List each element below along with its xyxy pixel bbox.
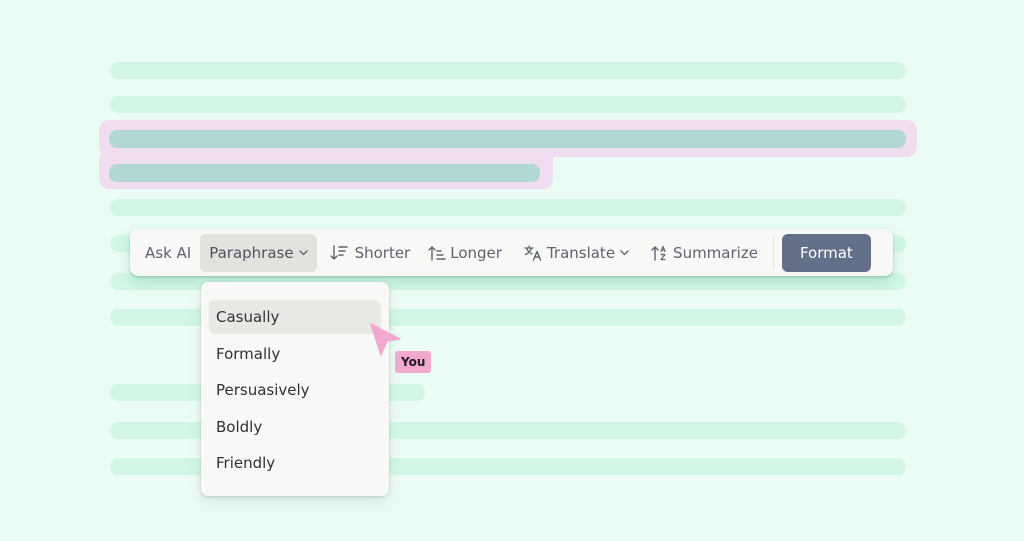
toolbar-divider xyxy=(772,235,774,270)
longer-button[interactable]: Longer xyxy=(419,234,511,272)
paraphrase-button[interactable]: Paraphrase xyxy=(200,233,317,272)
collaborator-cursor-label: You xyxy=(395,351,432,373)
translate-icon xyxy=(524,244,542,261)
sort-ascending-icon xyxy=(428,245,446,261)
sort-alpha-icon xyxy=(651,245,669,261)
translate-label: Translate xyxy=(546,243,616,262)
longer-label: Longer xyxy=(450,243,502,262)
shorter-button[interactable]: Shorter xyxy=(321,234,420,272)
menu-item-persuasively[interactable]: Persuasively xyxy=(209,373,381,407)
text-line-2 xyxy=(110,96,906,113)
shorter-label: Shorter xyxy=(354,243,411,262)
selected-text-line-2[interactable] xyxy=(109,164,540,182)
summarize-button[interactable]: Summarize xyxy=(642,234,767,272)
menu-item-formally[interactable]: Formally xyxy=(209,337,381,371)
text-line-1 xyxy=(110,62,906,79)
sort-descending-icon xyxy=(329,244,348,261)
text-line-5 xyxy=(110,199,906,216)
menu-item-friendly[interactable]: Friendly xyxy=(209,446,381,480)
format-button[interactable]: Format xyxy=(781,233,871,272)
translate-button[interactable]: Translate xyxy=(515,234,638,272)
paraphrase-label: Paraphrase xyxy=(209,243,294,262)
chevron-down-icon xyxy=(620,249,629,256)
summarize-label: Summarize xyxy=(673,243,758,262)
menu-item-boldly[interactable]: Boldly xyxy=(209,410,381,444)
ask-ai-button[interactable]: Ask AI xyxy=(136,234,200,272)
paraphrase-dropdown-menu: Casually Formally Persuasively Boldly Fr… xyxy=(201,282,389,496)
chevron-down-icon xyxy=(298,249,308,256)
selected-text-line-1[interactable] xyxy=(109,130,906,148)
ask-ai-label: Ask AI xyxy=(145,243,192,262)
menu-item-casually[interactable]: Casually xyxy=(209,300,381,334)
ai-toolbar: Ask AI Paraphrase Shorter Longer Transla… xyxy=(130,229,893,276)
